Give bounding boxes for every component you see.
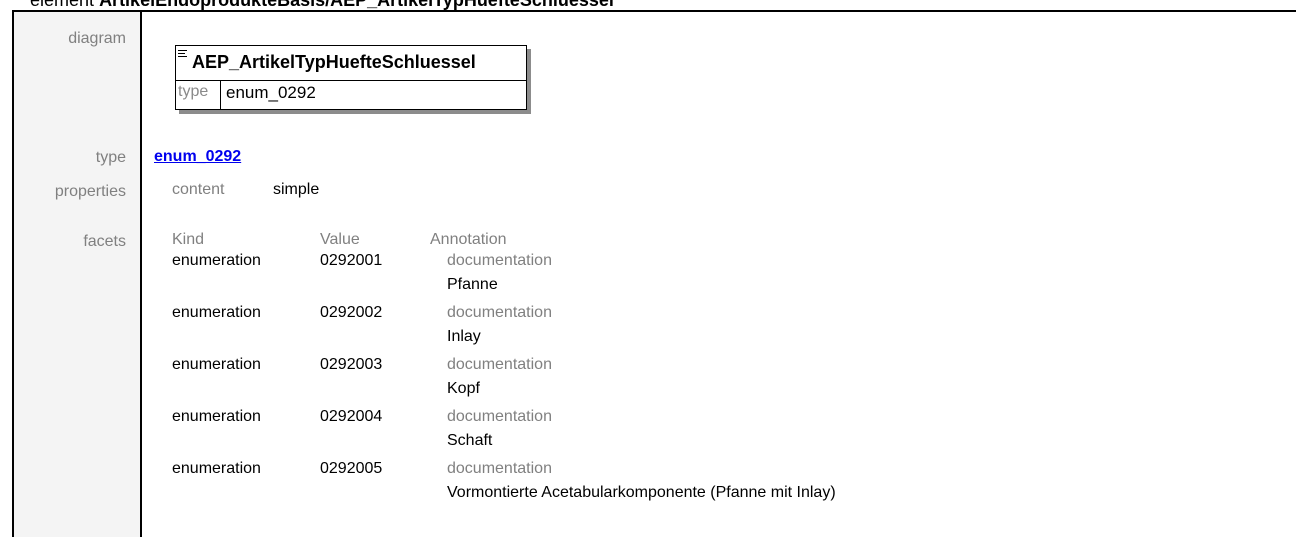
facet-value: 0292003 [320,356,383,373]
type-label: type [14,143,142,175]
facet-kind: enumeration [172,408,261,425]
facet-value: 0292005 [320,460,383,477]
facet-kind: enumeration [172,304,261,321]
page-title: element ArtikelEndoprodukteBasis/AEP_Art… [0,0,1296,10]
type-row: type enum_0292 [14,143,1296,176]
facet-annotation-key: documentation [447,460,552,477]
facet-value: 0292004 [320,408,383,425]
title-prefix: element [30,0,95,10]
diagram-label: diagram [14,12,142,143]
facet-annotation-key: documentation [447,252,552,269]
property-value: simple [273,181,320,198]
facet-row: enumeration 0292001 documentation Pfanne [144,252,1296,304]
diagram-type-separator [220,81,221,109]
properties-label: properties [14,175,142,223]
diagram-type-value: enum_0292 [226,83,316,102]
element-doc-table: diagram AEP_ArtikelTypHuefteSchluessel t… [12,10,1296,537]
diagram-divider [176,80,526,81]
element-diagram-box[interactable]: AEP_ArtikelTypHuefteSchluessel type enum… [175,45,527,110]
facet-value: 0292001 [320,252,383,269]
facets-body: Kind Value Annotation enumeration 029200… [144,223,1296,537]
title-element-name: ArtikelEndoprodukteBasis/AEP_ArtikelTypH… [99,0,614,10]
facet-annotation-key: documentation [447,356,552,373]
type-link[interactable]: enum_0292 [154,148,241,166]
facet-kind: enumeration [172,252,261,269]
property-key: content [172,181,225,198]
diagram-row: diagram AEP_ArtikelTypHuefteSchluessel t… [14,12,1296,144]
facet-row: enumeration 0292003 documentation Kopf [144,356,1296,408]
facet-kind: enumeration [172,460,261,477]
facet-annotation-text: Pfanne [447,276,498,293]
facet-annotation-text: Vormontierte Acetabularkomponente (Pfann… [447,484,836,501]
facet-row: enumeration 0292004 documentation Schaft [144,408,1296,460]
diagram-element-name: AEP_ArtikelTypHuefteSchluessel [192,52,476,72]
facet-row: enumeration 0292002 documentation Inlay [144,304,1296,356]
facet-annotation-text: Schaft [447,432,493,449]
facet-kind: enumeration [172,356,261,373]
facet-row: enumeration 0292005 documentation Vormon… [144,460,1296,512]
facets-header-value: Value [320,231,360,248]
facet-annotation-text: Kopf [447,380,480,397]
facet-annotation-key: documentation [447,304,552,321]
facet-annotation-key: documentation [447,408,552,425]
facets-label: facets [14,223,142,537]
facets-header-kind: Kind [172,231,205,248]
diagram-type-key: type [178,83,209,100]
facets-header-annotation: Annotation [430,231,507,248]
facet-annotation-text: Inlay [447,328,481,345]
facets-row: facets Kind Value Annotation enumeration… [14,223,1296,537]
element-lines-icon [178,50,187,59]
facet-value: 0292002 [320,304,383,321]
properties-row: properties content simple [14,175,1296,224]
